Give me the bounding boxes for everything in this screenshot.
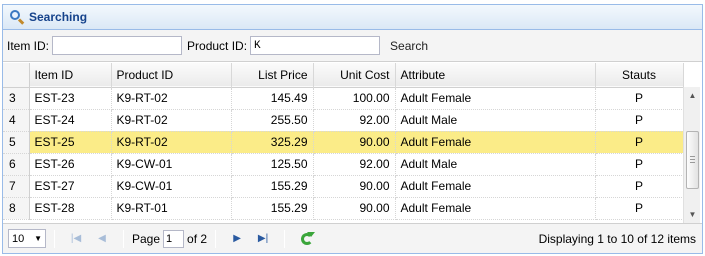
display-info-text: Displaying 1 to 10 of 12 items	[538, 231, 696, 246]
items-grid: Item ID Product ID List Price Unit Cost …	[3, 63, 702, 223]
row-number: 4	[3, 109, 30, 132]
cell-status: P	[595, 131, 684, 154]
cell-unit-cost: 92.00	[313, 153, 396, 176]
column-header-list-price[interactable]: List Price	[231, 63, 314, 87]
page-label: Page	[132, 231, 161, 246]
search-toolbar: Item ID: Product ID: Search	[3, 30, 702, 62]
cell-unit-cost: 90.00	[313, 175, 396, 198]
column-header-product-id[interactable]: Product ID	[111, 63, 232, 87]
row-number: 8	[3, 197, 30, 220]
cell-status: P	[595, 197, 684, 220]
pager-separator	[284, 229, 286, 248]
cell-item-id: EST-26	[29, 153, 112, 176]
search-button[interactable]: Search	[390, 37, 428, 55]
cell-list-price: 325.29	[231, 131, 314, 154]
grid-header-row: Item ID Product ID List Price Unit Cost …	[3, 63, 684, 87]
pager-separator	[54, 229, 55, 248]
cell-product-id: K9-CW-01	[111, 153, 232, 176]
cell-attribute: Adult Male	[395, 109, 596, 132]
previous-page-icon[interactable]: ◀	[94, 231, 110, 247]
item-id-input[interactable]	[52, 36, 183, 55]
item-id-label: Item ID:	[7, 38, 50, 53]
total-pages-label: of 2	[187, 231, 208, 246]
next-page-icon[interactable]: ▶	[229, 231, 245, 247]
cell-list-price: 255.50	[231, 109, 314, 132]
cell-list-price: 155.29	[231, 175, 314, 198]
items-table: Item ID Product ID List Price Unit Cost …	[3, 63, 684, 220]
search-icon	[9, 9, 25, 25]
scrollbar-thumb[interactable]	[686, 131, 699, 189]
cell-unit-cost: 92.00	[313, 109, 396, 132]
cell-product-id: K9-RT-02	[111, 131, 232, 154]
cell-list-price: 155.29	[231, 197, 314, 220]
page-size-value: 10	[12, 232, 25, 245]
row-number-header	[3, 63, 30, 87]
cell-status: P	[595, 109, 684, 132]
column-header-attribute[interactable]: Attribute	[395, 63, 596, 87]
table-row[interactable]: 3 EST-23 K9-RT-02 145.49 100.00 Adult Fe…	[3, 87, 684, 110]
chevron-down-icon: ▼	[34, 234, 42, 243]
row-number: 3	[3, 87, 30, 110]
product-id-input[interactable]	[250, 36, 381, 55]
cell-status: P	[595, 153, 684, 176]
cell-item-id: EST-28	[29, 197, 112, 220]
grid-vertical-scrollbar[interactable]: ▲ ▼	[683, 87, 700, 223]
cell-item-id: EST-23	[29, 87, 112, 110]
table-row[interactable]: 4 EST-24 K9-RT-02 255.50 92.00 Adult Mal…	[3, 109, 684, 132]
cell-unit-cost: 100.00	[313, 87, 396, 110]
row-number: 7	[3, 175, 30, 198]
cell-unit-cost: 90.00	[313, 197, 396, 220]
refresh-icon[interactable]	[299, 231, 316, 247]
cell-product-id: K9-RT-01	[111, 197, 232, 220]
row-number: 5	[3, 131, 30, 154]
row-number: 6	[3, 153, 30, 176]
cell-attribute: Adult Female	[395, 197, 596, 220]
scroll-up-arrow-icon[interactable]: ▲	[684, 87, 701, 104]
cell-item-id: EST-27	[29, 175, 112, 198]
cell-attribute: Adult Female	[395, 175, 596, 198]
cell-list-price: 125.50	[231, 153, 314, 176]
pager-separator	[123, 229, 124, 248]
current-page-input[interactable]	[163, 229, 185, 248]
cell-attribute: Adult Female	[395, 87, 596, 110]
first-page-icon[interactable]: |◀	[68, 231, 84, 247]
cell-status: P	[595, 87, 684, 110]
cell-product-id: K9-RT-02	[111, 109, 232, 132]
cell-item-id: EST-24	[29, 109, 112, 132]
page-size-select[interactable]: 10 ▼	[8, 229, 46, 248]
column-header-status[interactable]: Stauts	[595, 63, 684, 87]
cell-product-id: K9-RT-02	[111, 87, 232, 110]
product-id-label: Product ID:	[187, 38, 248, 53]
pager-separator	[215, 229, 217, 248]
panel-header: Searching	[3, 5, 702, 30]
search-panel: Searching Item ID: Product ID: Search It…	[2, 4, 703, 254]
cell-unit-cost: 90.00	[313, 131, 396, 154]
table-row[interactable]: 7 EST-27 K9-CW-01 155.29 90.00 Adult Fem…	[3, 175, 684, 198]
cell-item-id: EST-25	[29, 131, 112, 154]
table-row[interactable]: 6 EST-26 K9-CW-01 125.50 92.00 Adult Mal…	[3, 153, 684, 176]
column-header-item-id[interactable]: Item ID	[29, 63, 112, 87]
table-row-selected[interactable]: 5 EST-25 K9-RT-02 325.29 90.00 Adult Fem…	[3, 131, 684, 154]
scroll-down-arrow-icon[interactable]: ▼	[684, 206, 701, 223]
cell-product-id: K9-CW-01	[111, 175, 232, 198]
panel-title: Searching	[29, 10, 88, 24]
cell-attribute: Adult Male	[395, 153, 596, 176]
pagination-bar: 10 ▼ |◀ ◀ Page of 2 ▶ ▶| Displaying 1 to…	[3, 223, 702, 253]
cell-status: P	[595, 175, 684, 198]
column-header-unit-cost[interactable]: Unit Cost	[313, 63, 396, 87]
cell-list-price: 145.49	[231, 87, 314, 110]
cell-attribute: Adult Female	[395, 131, 596, 154]
last-page-icon[interactable]: ▶|	[255, 231, 271, 247]
table-row[interactable]: 8 EST-28 K9-RT-01 155.29 90.00 Adult Fem…	[3, 197, 684, 220]
